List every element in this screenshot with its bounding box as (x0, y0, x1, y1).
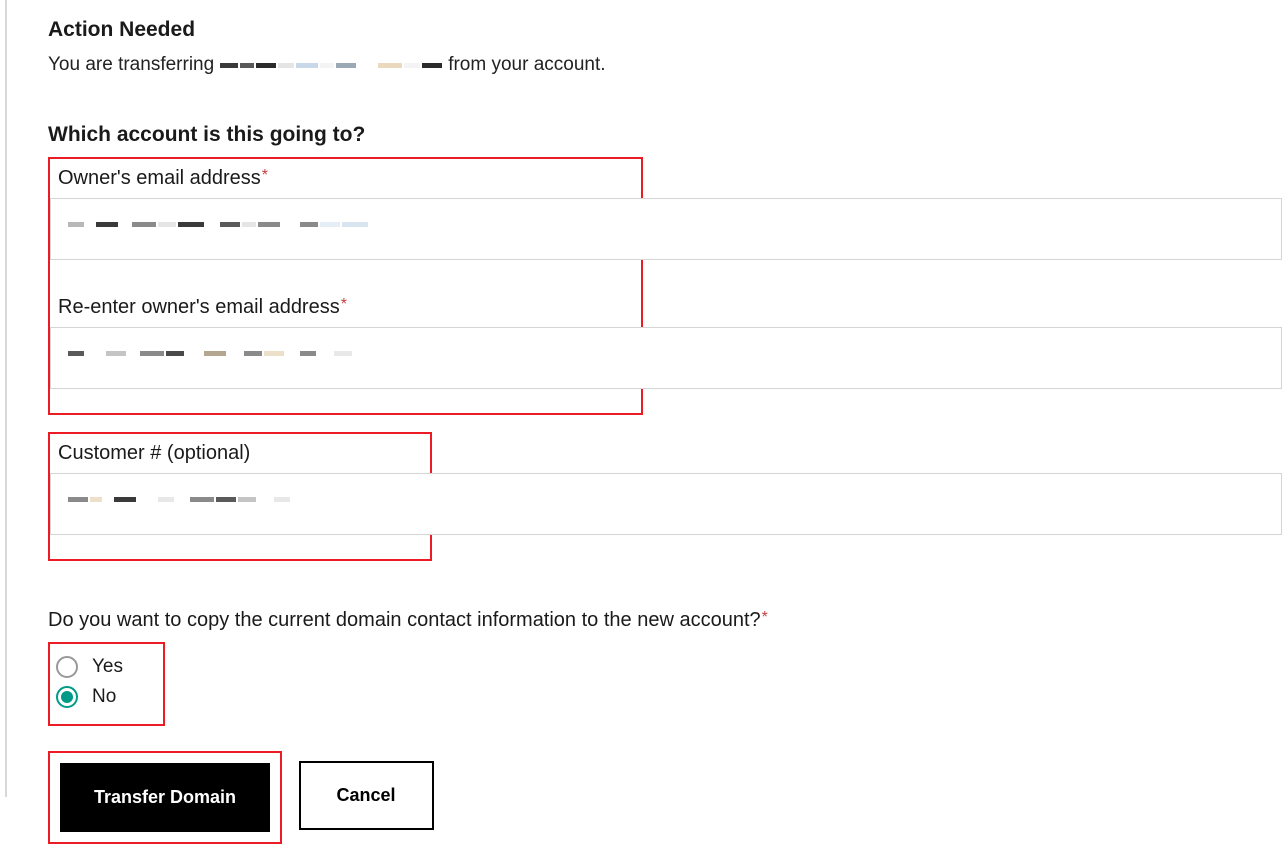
email-fields-highlight: Owner's email address* Re-enter owner's … (48, 157, 643, 415)
redacted-domain (220, 63, 442, 68)
radio-no-circle[interactable] (56, 686, 78, 708)
account-question: Which account is this going to? (48, 123, 1283, 147)
action-needed-heading: Action Needed (48, 18, 1283, 42)
cancel-button[interactable]: Cancel (299, 761, 434, 830)
reenter-email-label: Re-enter owner's email address* (58, 296, 633, 319)
transfer-button-highlight: Transfer Domain (48, 751, 282, 844)
required-mark: * (262, 167, 268, 184)
owner-email-label-text: Owner's email address (58, 167, 261, 189)
radio-no-label: No (92, 686, 116, 708)
transfer-subtext: You are transferring from your account. (48, 52, 1283, 79)
radio-yes-label: Yes (92, 656, 123, 678)
radio-no-inner (61, 691, 73, 703)
owner-email-input[interactable] (50, 198, 1282, 260)
reenter-email-input[interactable] (50, 327, 1282, 389)
radio-group-highlight: Yes No (48, 642, 165, 726)
reenter-email-label-text: Re-enter owner's email address (58, 296, 340, 318)
copy-contact-question: Do you want to copy the current domain c… (48, 609, 1283, 632)
owner-email-label: Owner's email address* (58, 167, 633, 190)
customer-number-highlight: Customer # (optional) (48, 432, 432, 561)
subtext-prefix: You are transferring (48, 52, 214, 79)
required-mark: * (341, 296, 347, 313)
customer-number-input[interactable] (50, 473, 1282, 535)
subtext-suffix: from your account. (448, 52, 605, 79)
transfer-domain-button[interactable]: Transfer Domain (60, 763, 270, 832)
radio-yes-circle[interactable] (56, 656, 78, 678)
copy-contact-question-text: Do you want to copy the current domain c… (48, 609, 761, 631)
required-mark: * (762, 609, 768, 626)
radio-no-row[interactable]: No (56, 686, 123, 708)
radio-yes-row[interactable]: Yes (56, 656, 123, 678)
customer-number-label: Customer # (optional) (58, 442, 422, 465)
